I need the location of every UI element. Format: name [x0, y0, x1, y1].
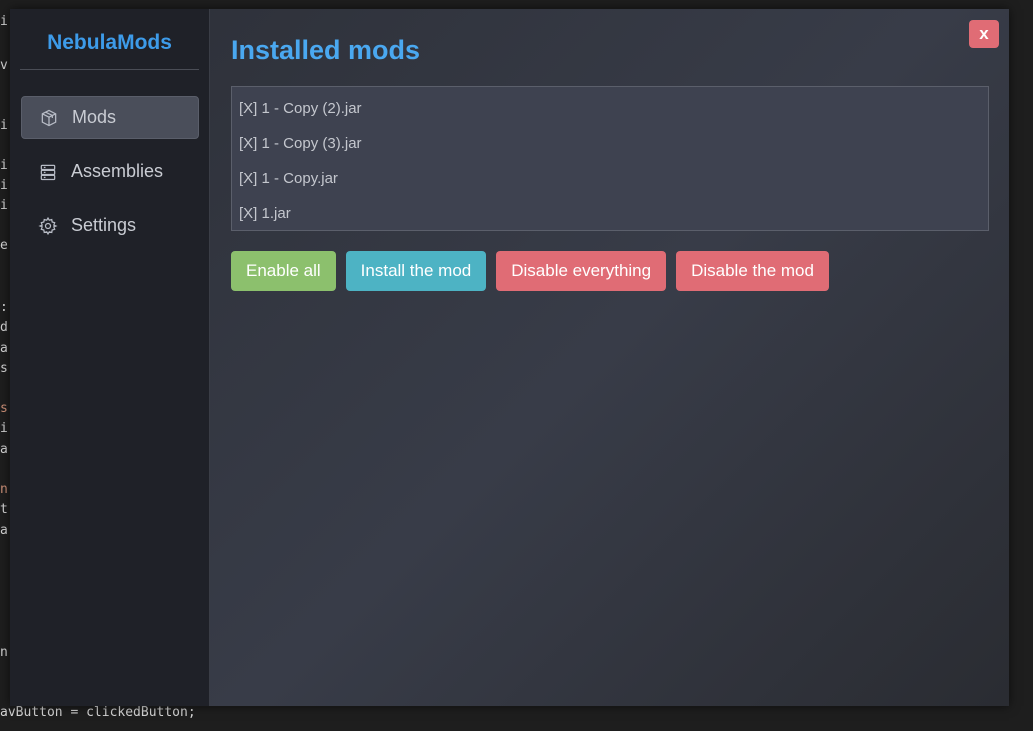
page-title: Installed mods — [231, 35, 421, 65]
list-item[interactable]: [X] 1 - Copy (2).jar — [232, 91, 988, 126]
disable-mod-button[interactable]: Disable the mod — [676, 251, 829, 291]
code-fragment: n — [0, 645, 8, 660]
code-fragment: v — [0, 58, 8, 73]
code-line: avButton = clickedButton; — [0, 705, 196, 720]
code-fragment: i — [0, 198, 8, 213]
code-fragment: n — [0, 482, 8, 497]
code-fragment: i — [0, 421, 8, 436]
brand-title: NebulaMods — [20, 31, 199, 70]
app-window: NebulaMods Mods Assemblies Settings Inst… — [10, 9, 1009, 706]
code-fragment: i — [0, 14, 8, 29]
enable-all-button[interactable]: Enable all — [231, 251, 336, 291]
code-fragment: a — [0, 523, 8, 538]
main-content: Installed mods x [X] 1 - Copy (2).jar [X… — [210, 9, 1009, 706]
code-fragment: s — [0, 401, 8, 416]
sidebar-item-label: Settings — [71, 215, 137, 235]
code-fragment: i — [0, 158, 8, 173]
list-item[interactable]: [X] 1.jar — [232, 196, 988, 231]
sidebar-item-settings[interactable]: Settings — [21, 204, 199, 247]
code-fragment: e — [0, 238, 8, 253]
list-item[interactable]: [X] 1 - Copy (3).jar — [232, 126, 988, 161]
list-item[interactable]: [X] 1 - Copy.jar — [232, 161, 988, 196]
code-fragment: s — [0, 361, 8, 376]
code-fragment: a — [0, 341, 8, 356]
gear-icon — [37, 215, 59, 237]
action-bar: Enable all Install the mod Disable every… — [231, 251, 989, 291]
stack-icon — [37, 161, 59, 183]
code-fragment: i — [0, 118, 8, 133]
code-fragment: d — [0, 320, 8, 335]
install-mod-button[interactable]: Install the mod — [345, 251, 487, 291]
sidebar-nav: Mods Assemblies Settings — [10, 96, 209, 247]
close-button[interactable]: x — [969, 20, 999, 48]
code-fragment: : — [0, 300, 8, 315]
code-fragment: a — [0, 442, 8, 457]
sidebar-item-label: Mods — [72, 107, 117, 127]
sidebar: NebulaMods Mods Assemblies Settings — [10, 9, 210, 706]
sidebar-item-assemblies[interactable]: Assemblies — [21, 150, 199, 193]
code-fragment: i — [0, 178, 8, 193]
sidebar-item-mods[interactable]: Mods — [21, 96, 199, 139]
mod-list[interactable]: [X] 1 - Copy (2).jar [X] 1 - Copy (3).ja… — [231, 86, 989, 231]
disable-everything-button[interactable]: Disable everything — [496, 251, 667, 291]
sidebar-item-label: Assemblies — [71, 161, 164, 181]
box-icon — [38, 107, 60, 129]
code-fragment: t — [0, 502, 8, 517]
